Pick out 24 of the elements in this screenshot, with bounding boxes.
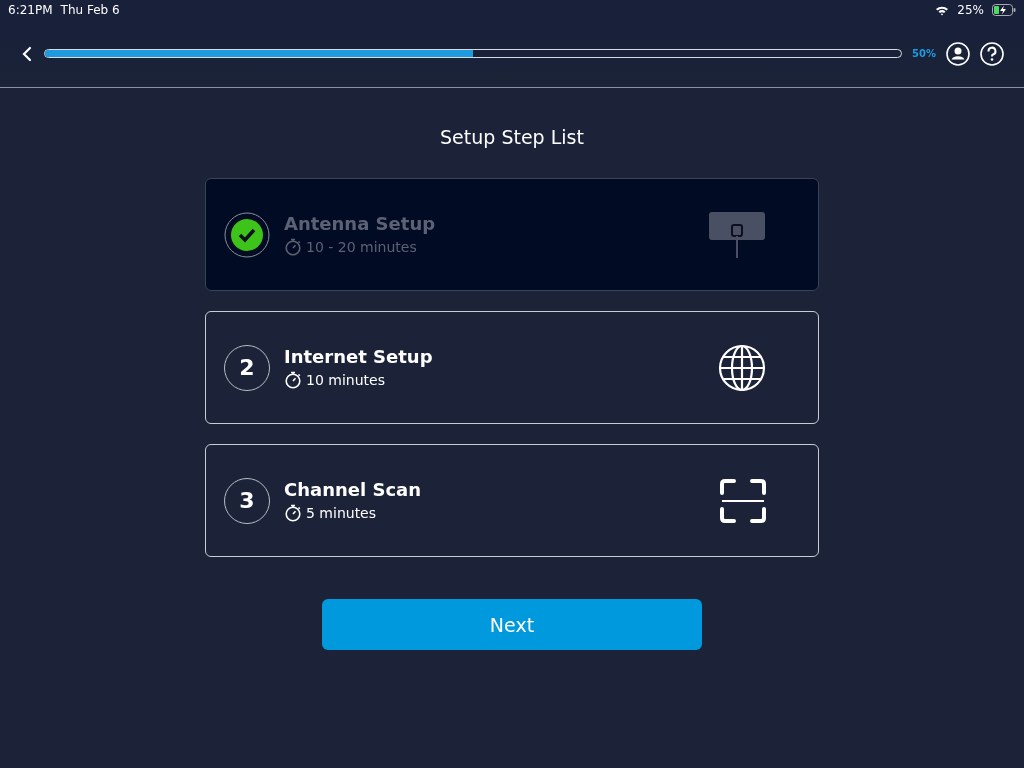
step-card[interactable]: 3 Channel Scan 5 minutes <box>205 444 819 557</box>
battery-charging-icon <box>992 4 1016 16</box>
stopwatch-icon <box>284 238 302 256</box>
step-duration: 5 minutes <box>306 505 377 521</box>
step-duration: 10 minutes <box>306 372 385 388</box>
status-date: Thu Feb 6 <box>60 3 120 17</box>
step-name: Internet Setup <box>284 346 433 367</box>
step-card[interactable]: 2 Internet Setup 10 minutes <box>205 311 819 424</box>
step-name: Antenna Setup <box>284 213 436 234</box>
help-icon[interactable] <box>980 41 1004 66</box>
page-title: Setup Step List <box>440 126 584 148</box>
globe-icon <box>718 343 766 392</box>
stopwatch-icon <box>284 504 302 522</box>
progress-percent: 50% <box>912 48 936 59</box>
completed-check-icon <box>224 211 270 258</box>
status-time: 6:21PM <box>8 3 53 17</box>
scan-icon <box>720 478 766 523</box>
profile-icon[interactable] <box>946 41 970 66</box>
step-name: Channel Scan <box>284 479 422 500</box>
stopwatch-icon <box>284 371 302 389</box>
wifi-icon <box>935 4 950 16</box>
antenna-icon <box>708 210 766 259</box>
battery-percent: 25% <box>957 3 984 17</box>
step-duration: 10 - 20 minutes <box>306 239 417 255</box>
